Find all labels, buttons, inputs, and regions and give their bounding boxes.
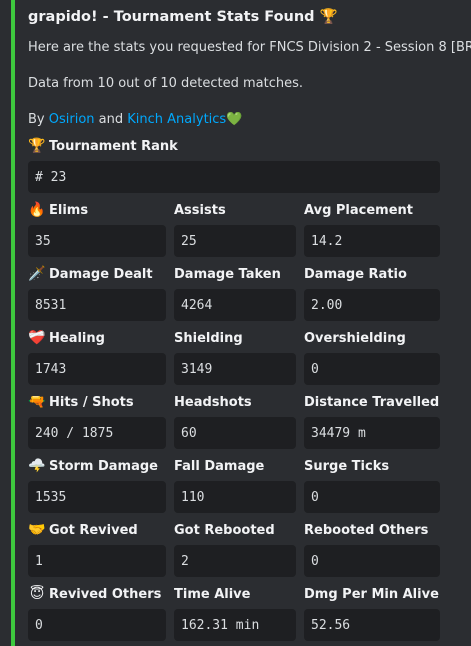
field-name-got-revived: 🤝 Got Revived xyxy=(28,521,138,539)
mending-heart-icon: ❤️‍🩹 xyxy=(28,330,46,346)
field-name-time-alive: Time Alive xyxy=(174,585,250,603)
field-label: Time Alive xyxy=(174,586,251,602)
field-value-surge-ticks: 0 xyxy=(304,481,440,513)
field-label: Shielding xyxy=(174,330,243,346)
field-name-fall-damage: Fall Damage xyxy=(174,457,264,475)
field-label: Distance Travelled xyxy=(304,394,440,410)
field-value-damage-ratio: 2.00 xyxy=(304,289,440,321)
credit-and: and xyxy=(94,112,128,127)
field-name-got-rebooted: Got Rebooted xyxy=(174,521,275,539)
field-label: Damage Ratio xyxy=(304,266,407,282)
handshake-icon: 🤝 xyxy=(28,522,46,538)
field-value-avg-placement: 14.2 xyxy=(304,225,440,257)
field-label: Tournament Rank xyxy=(49,138,178,154)
field-value-damage-dealt: 8531 xyxy=(28,289,166,321)
field-label: Overshielding xyxy=(304,330,406,346)
field-label: Healing xyxy=(49,330,105,346)
field-name-rebooted-others: Rebooted Others xyxy=(304,521,428,539)
water-pistol-icon: 🔫 xyxy=(28,394,46,410)
field-value-damage-taken: 4264 xyxy=(174,289,296,321)
field-label: Avg Placement xyxy=(304,202,414,218)
fire-icon: 🔥 xyxy=(28,202,46,218)
field-value-shielding: 3149 xyxy=(174,353,296,385)
stats-embed: grapido! - Tournament Stats Found 🏆 Here… xyxy=(11,0,471,646)
field-name-elims: 🔥 Elims xyxy=(28,201,88,219)
field-name-hits-shots: 🔫 Hits / Shots xyxy=(28,393,134,411)
field-value-got-revived: 1 xyxy=(28,545,166,577)
field-label: Surge Ticks xyxy=(304,458,390,474)
field-value-fall-damage: 110 xyxy=(174,481,296,513)
field-name-assists: Assists xyxy=(174,201,226,219)
field-label: Damage Dealt xyxy=(49,266,153,282)
field-name-avg-placement: Avg Placement xyxy=(304,201,413,219)
green-heart-icon: 💚 xyxy=(226,112,243,127)
field-name-damage-dealt: 🗡️ Damage Dealt xyxy=(28,265,153,283)
field-label: Assists xyxy=(174,202,226,218)
field-value-hits-shots: 240 / 1875 xyxy=(28,417,166,449)
field-label: Storm Damage xyxy=(49,458,158,474)
field-name-surge-ticks: Surge Ticks xyxy=(304,457,389,475)
field-value-overshielding: 0 xyxy=(304,353,440,385)
field-label: Damage Taken xyxy=(174,266,281,282)
field-value-got-rebooted: 2 xyxy=(174,545,296,577)
field-label: Fall Damage xyxy=(174,458,265,474)
field-label: Rebooted Others xyxy=(304,522,429,538)
field-label: Hits / Shots xyxy=(49,394,134,410)
dagger-icon: 🗡️ xyxy=(28,266,46,282)
field-name-dmg-per-min-alive: Dmg Per Min Alive xyxy=(304,585,439,603)
field-name-damage-ratio: Damage Ratio xyxy=(304,265,407,283)
field-name-revived-others: 😇 Revived Others xyxy=(28,585,162,603)
kinch-analytics-link[interactable]: Kinch Analytics xyxy=(127,112,226,127)
field-value-elims: 35 xyxy=(28,225,166,257)
field-name-damage-taken: Damage Taken xyxy=(174,265,281,283)
embed-credit: By Osirion and Kinch Analytics💚 xyxy=(28,112,242,127)
trophy-icon: 🏆 xyxy=(28,138,46,154)
field-name-headshots: Headshots xyxy=(174,393,252,411)
field-value-distance-travelled: 34479 m xyxy=(304,417,440,449)
field-label: Revived Others xyxy=(49,586,162,602)
field-value-revived-others: 0 xyxy=(28,609,166,641)
embed-title: grapido! - Tournament Stats Found 🏆 xyxy=(28,8,338,25)
embed-title-text: grapido! - Tournament Stats Found xyxy=(28,9,315,25)
field-name-shielding: Shielding xyxy=(174,329,243,347)
field-name-overshielding: Overshielding xyxy=(304,329,406,347)
field-value-assists: 25 xyxy=(174,225,296,257)
field-value-healing: 1743 xyxy=(28,353,166,385)
field-label: Got Revived xyxy=(49,522,138,538)
field-value-time-alive: 162.31 min xyxy=(174,609,296,641)
field-name-distance-travelled: Distance Travelled xyxy=(304,393,439,411)
field-label: Dmg Per Min Alive xyxy=(304,586,439,602)
embed-description: Here are the stats you requested for FNC… xyxy=(28,40,471,55)
field-value-headshots: 60 xyxy=(174,417,296,449)
field-value-dmg-per-min-alive: 52.56 xyxy=(304,609,440,641)
embed-data-summary: Data from 10 out of 10 detected matches. xyxy=(28,76,303,91)
field-label: Elims xyxy=(49,202,89,218)
trophy-icon: 🏆 xyxy=(319,9,338,25)
credit-prefix: By xyxy=(28,112,49,127)
field-name-storm-damage: 🌩️ Storm Damage xyxy=(28,457,158,475)
halo-face-icon: 😇 xyxy=(29,586,45,602)
field-label: Got Rebooted xyxy=(174,522,275,538)
field-value-rebooted-others: 0 xyxy=(304,545,440,577)
field-name-healing: ❤️‍🩹 Healing xyxy=(28,329,105,347)
storm-cloud-icon: 🌩️ xyxy=(28,458,46,474)
field-name-tournament-rank: 🏆 Tournament Rank xyxy=(28,137,178,155)
field-value-storm-damage: 1535 xyxy=(28,481,166,513)
osirion-link[interactable]: Osirion xyxy=(49,112,95,127)
field-value-tournament-rank: # 23 xyxy=(28,161,440,193)
field-label: Headshots xyxy=(174,394,252,410)
